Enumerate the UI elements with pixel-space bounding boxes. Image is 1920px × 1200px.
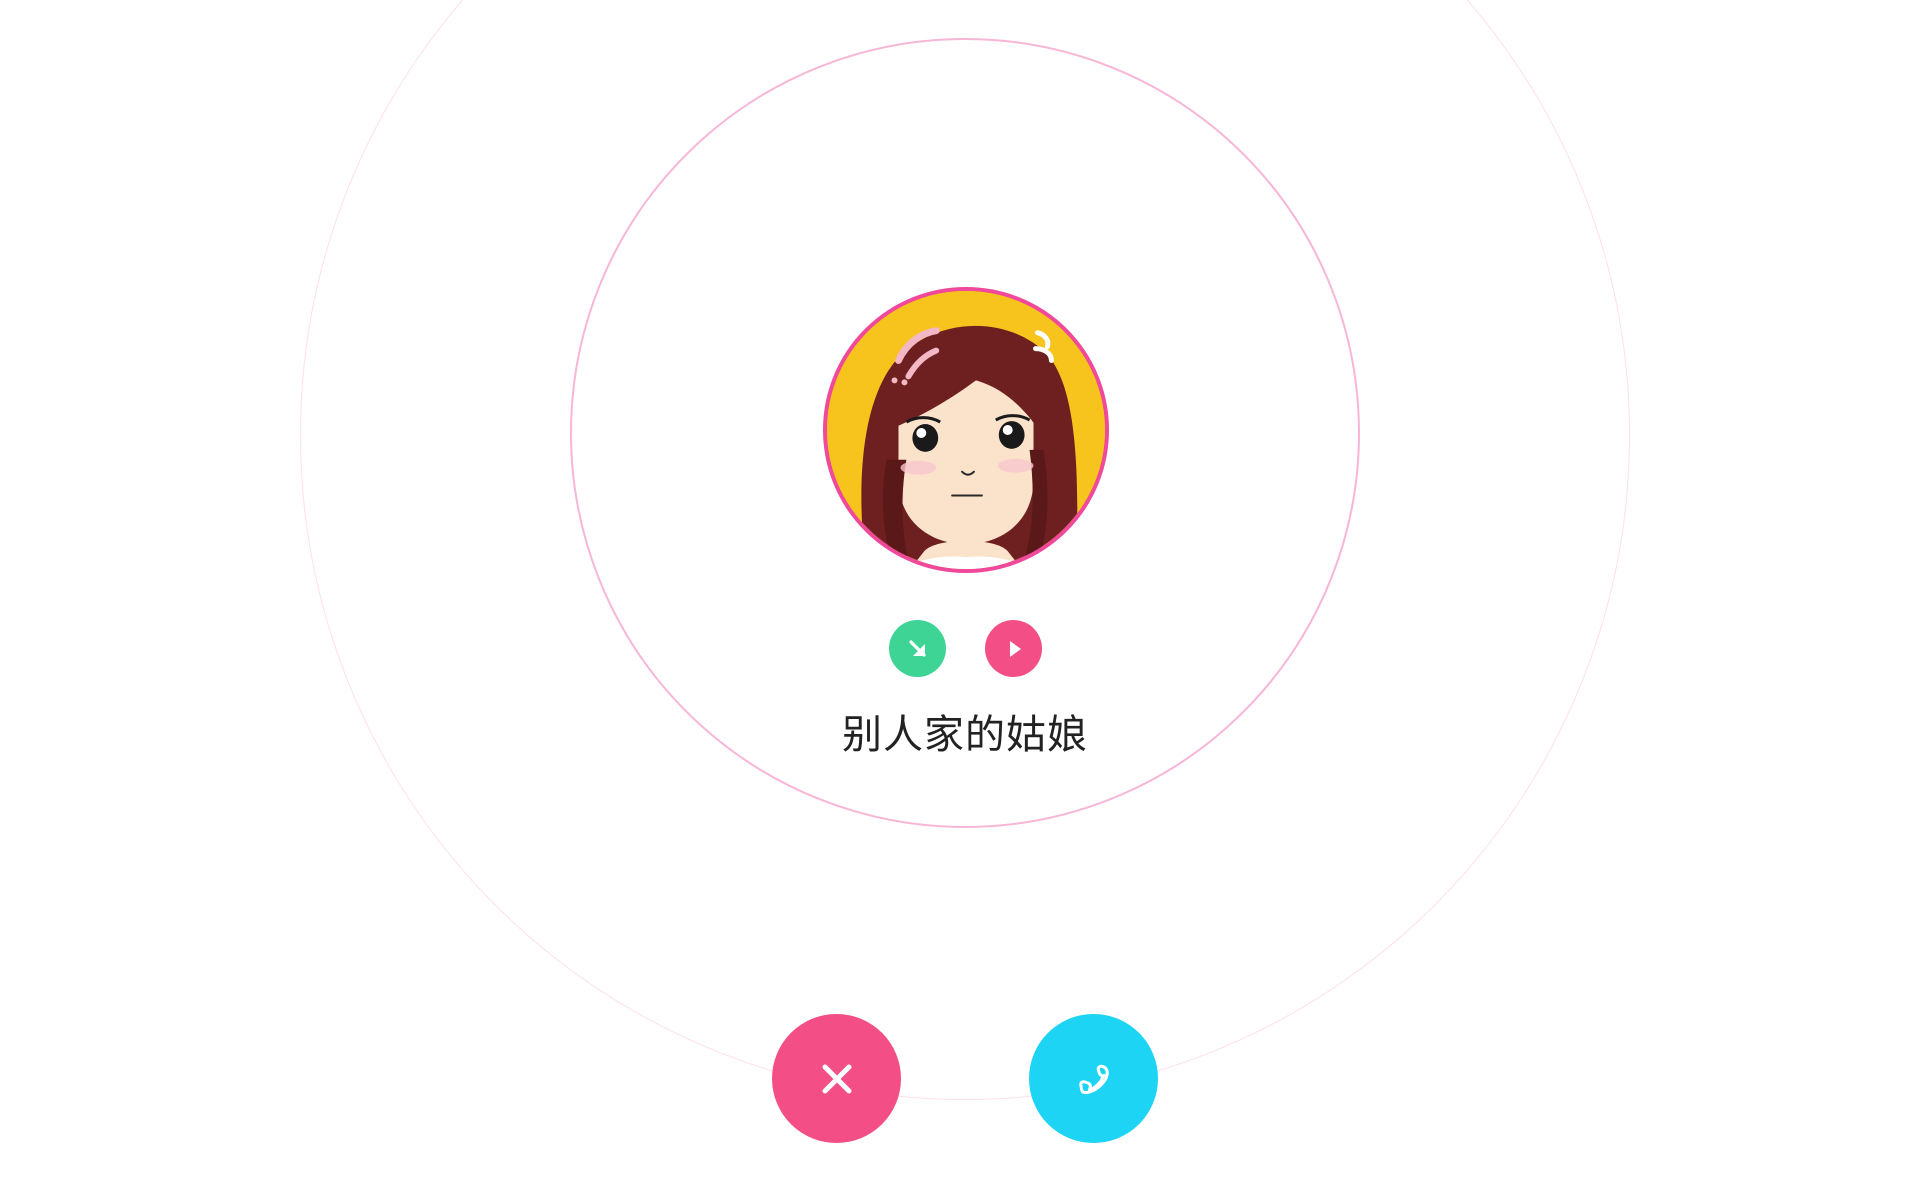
caller-avatar: [823, 287, 1109, 573]
caller-name: 别人家的姑娘: [842, 712, 1088, 758]
incoming-call-screen: 别人家的姑娘: [0, 0, 1920, 1200]
decline-call-button[interactable]: [772, 1014, 901, 1143]
phone-icon: [1078, 1064, 1109, 1094]
accept-call-button[interactable]: [1029, 1014, 1158, 1143]
girl-avatar-icon: [827, 291, 1105, 569]
play-button[interactable]: [985, 620, 1042, 677]
incoming-arrow-icon: [908, 639, 926, 657]
play-icon: [1009, 640, 1021, 657]
close-icon: [822, 1064, 851, 1093]
incoming-call-badge: [889, 620, 946, 677]
